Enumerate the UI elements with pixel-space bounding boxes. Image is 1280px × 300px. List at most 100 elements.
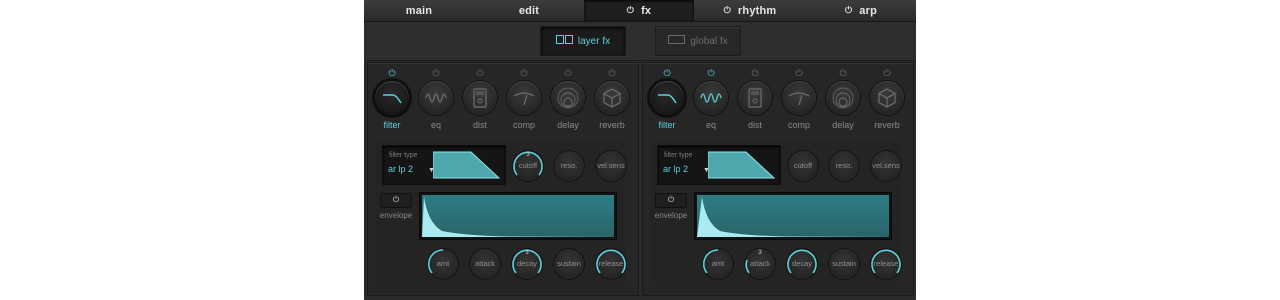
attack-knob[interactable]: 3 attack	[745, 249, 775, 279]
envelope-label: envelope	[654, 211, 688, 220]
envelope-display[interactable]	[694, 192, 892, 240]
filter-curve-display	[433, 151, 501, 179]
filter-curve-icon	[383, 94, 402, 104]
cutoff-knob[interactable]: 3 cutoff	[513, 151, 543, 181]
envelope-display[interactable]	[419, 192, 617, 240]
fx-unit-delay: ⏻ delay	[823, 67, 863, 131]
envelope-power-button[interactable]: ⏻	[380, 193, 412, 208]
cutoff-knob[interactable]: cutoff	[788, 151, 818, 181]
fx-scope-bar: layer fx global fx	[364, 22, 916, 61]
power-icon: ⏻	[392, 195, 400, 204]
power-icon[interactable]: ⏻	[627, 5, 634, 16]
fx-unit-eq: ⏻ eq	[691, 67, 731, 131]
knob-label: cutoff	[518, 161, 538, 170]
reverb-cube-icon	[878, 88, 896, 108]
fx-plugin-window: main edit ⏻ fx ⏻ rhythm ⏻ arp layer fx g…	[364, 0, 916, 300]
fx-unit-label: reverb	[874, 120, 900, 130]
filter-select-button[interactable]	[650, 81, 684, 115]
power-icon[interactable]: ⏻	[504, 67, 544, 79]
reverb-select-button[interactable]	[870, 81, 904, 115]
delay-rings-icon	[557, 87, 579, 109]
envelope-curve	[697, 195, 889, 237]
power-icon[interactable]: ⏻	[548, 67, 588, 79]
layer-fx-button[interactable]: layer fx	[540, 26, 626, 56]
filter-settings-area: filter type ar lp 2 ▼ 3 cutoff reso. vel…	[376, 141, 626, 286]
vel-sens-knob[interactable]: vel.sens	[871, 151, 901, 181]
release-knob[interactable]: release	[871, 249, 901, 279]
knob-label: attack	[474, 259, 495, 268]
dist-select-button[interactable]	[738, 81, 772, 115]
tab-arp[interactable]: ⏻ arp	[806, 0, 916, 21]
decay-knob[interactable]: decay	[787, 249, 817, 279]
power-icon[interactable]: ⏻	[372, 67, 412, 79]
filter-select-button[interactable]	[375, 81, 409, 115]
envelope-label: envelope	[379, 211, 413, 220]
layer-a-fx-panel: ⏻ filter ⏻ eq ⏻ dist ⏻ comp ⏻ delay ⏻ re…	[367, 62, 639, 296]
power-icon[interactable]: ⏻	[691, 67, 731, 79]
distortion-pedal-icon	[473, 88, 487, 108]
knob-label: sustain	[832, 259, 856, 268]
sustain-knob[interactable]: sustain	[554, 249, 584, 279]
power-icon[interactable]: ⏻	[592, 67, 632, 79]
main-tab-bar: main edit ⏻ fx ⏻ rhythm ⏻ arp	[364, 0, 916, 22]
fx-unit-dist: ⏻ dist	[735, 67, 775, 131]
sustain-knob[interactable]: sustain	[829, 249, 859, 279]
power-icon[interactable]: ⏻	[647, 67, 687, 79]
tab-arp-label: arp	[859, 4, 878, 17]
power-icon[interactable]: ⏻	[460, 67, 500, 79]
filter-curve-display	[708, 151, 776, 179]
eq-select-button[interactable]	[419, 81, 453, 115]
global-fx-label: global fx	[690, 35, 728, 47]
reso-knob[interactable]: reso.	[554, 151, 584, 181]
tab-rhythm-label: rhythm	[737, 4, 777, 17]
knob-label: vel.sens	[872, 161, 900, 170]
fx-unit-reverb: ⏻ reverb	[592, 67, 632, 131]
comp-select-button[interactable]	[507, 81, 541, 115]
amt-knob[interactable]: amt	[427, 249, 458, 279]
comp-select-button[interactable]	[782, 81, 816, 115]
eq-select-button[interactable]	[694, 81, 728, 115]
knob-label: decay	[791, 259, 812, 268]
amt-knob[interactable]: amt	[702, 249, 733, 279]
release-knob[interactable]: release	[596, 249, 626, 279]
power-icon[interactable]: ⏻	[845, 5, 852, 16]
tab-rhythm[interactable]: ⏻ rhythm	[694, 0, 806, 21]
delay-select-button[interactable]	[551, 81, 585, 115]
envelope-power-button[interactable]: ⏻	[655, 193, 687, 208]
attack-knob[interactable]: attack	[470, 249, 500, 279]
filter-type-selector[interactable]: filter type ar lp 2 ▼	[382, 145, 506, 185]
delay-rings-icon	[832, 87, 854, 109]
tab-fx[interactable]: ⏻ fx	[584, 0, 694, 21]
tab-main-label: main	[405, 4, 433, 17]
filter-type-label: filter type	[664, 152, 693, 159]
fx-unit-dist: ⏻ dist	[460, 67, 500, 131]
knob-label: reso.	[560, 161, 578, 170]
knob-label: attack	[749, 259, 770, 268]
reso-knob[interactable]: reso.	[829, 151, 859, 181]
layer-fx-label: layer fx	[577, 35, 611, 47]
tab-edit[interactable]: edit	[474, 0, 584, 21]
knob-label: sustain	[557, 259, 581, 268]
power-icon[interactable]: ⏻	[416, 67, 456, 79]
dist-select-button[interactable]	[463, 81, 497, 115]
power-icon[interactable]: ⏻	[735, 67, 775, 79]
power-icon[interactable]: ⏻	[724, 5, 731, 16]
fx-unit-delay: ⏻ delay	[548, 67, 588, 131]
filter-settings-area: filter type ar lp 2 ▼ cutoff reso. vel.s…	[651, 141, 901, 286]
reverb-select-button[interactable]	[595, 81, 629, 115]
envelope-curve	[422, 195, 614, 237]
power-icon[interactable]: ⏻	[779, 67, 819, 79]
tab-main[interactable]: main	[364, 0, 474, 21]
fx-unit-eq: ⏻ eq	[416, 67, 456, 131]
fx-unit-label: reverb	[599, 120, 625, 130]
layer-b-fx-panel: ⏻ filter ⏻ eq ⏻ dist ⏻ comp ⏻ delay ⏻ re…	[642, 62, 914, 296]
power-icon[interactable]: ⏻	[867, 67, 907, 79]
power-icon[interactable]: ⏻	[823, 67, 863, 79]
knob-label: release	[598, 259, 624, 268]
knob-label: amt	[436, 259, 450, 268]
global-fx-button[interactable]: global fx	[655, 26, 741, 56]
delay-select-button[interactable]	[826, 81, 860, 115]
decay-knob[interactable]: 3 decay	[512, 249, 542, 279]
filter-type-selector[interactable]: filter type ar lp 2 ▼	[657, 145, 781, 185]
vel-sens-knob[interactable]: vel.sens	[596, 151, 626, 181]
